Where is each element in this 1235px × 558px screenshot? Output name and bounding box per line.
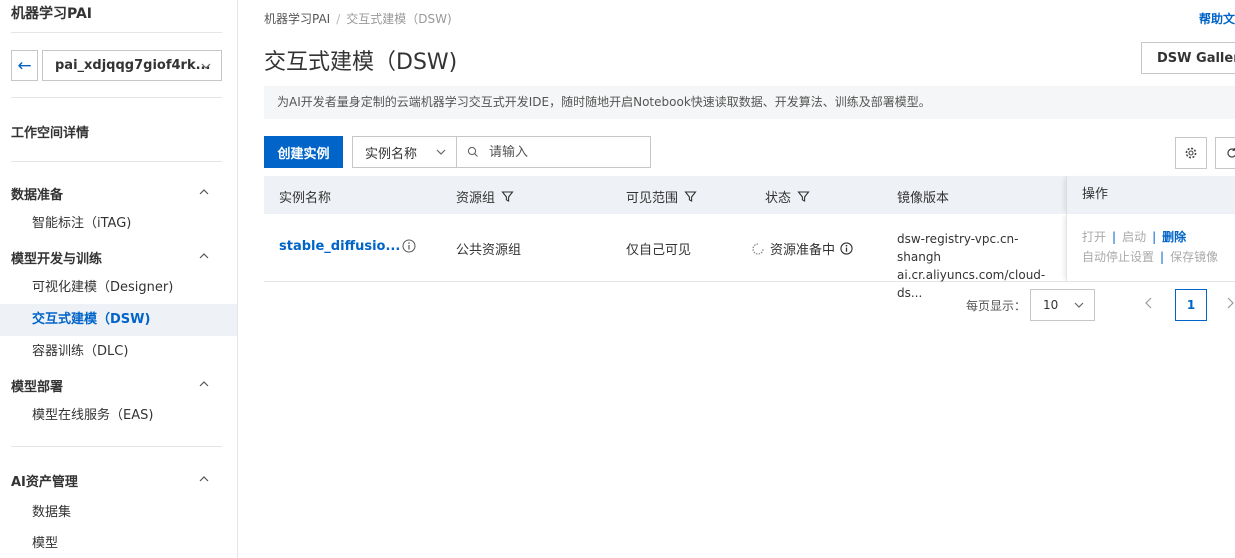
next-page-button[interactable]	[1225, 296, 1235, 314]
filter-field-label: 实例名称	[365, 146, 418, 162]
page-size-value: 10	[1043, 298, 1059, 312]
info-icon[interactable]	[840, 242, 853, 255]
workspace-select[interactable]: pai_xdjqqg7giof4rk...	[42, 50, 222, 81]
actions-cell: 打开 | 启动 | 删除 自动停止设置 | 保存镜像	[1066, 214, 1235, 281]
chevron-up-icon	[199, 189, 209, 195]
table-row: stable_diffusio... 公共资源组 仅自己可见 资源准备中 dsw…	[264, 214, 1235, 300]
page-size-select[interactable]: 10	[1030, 289, 1095, 321]
chevron-down-icon	[436, 149, 446, 155]
chevron-down-icon	[201, 63, 211, 69]
sidebar-group-label: 模型开发与训练	[11, 252, 103, 267]
sidebar-group-data-prep[interactable]: 数据准备	[11, 184, 211, 203]
sidebar-item-itag[interactable]: 智能标注（iTAG)	[0, 208, 237, 240]
workspace-row: ← pai_xdjqqg7giof4rk...	[11, 50, 222, 81]
divider	[11, 32, 222, 33]
image-version-line: dsw-registry-vpc.cn-shangh	[897, 232, 1019, 264]
create-instance-button[interactable]: 创建实例	[264, 136, 343, 168]
action-separator: |	[1112, 230, 1117, 244]
breadcrumb-separator: /	[336, 12, 341, 26]
main-content: 机器学习PAI / 交互式建模（DSW) 帮助文 交互式建模（DSW) DSW Ga…	[239, 0, 1235, 558]
column-header-resource-group: 资源组	[456, 187, 514, 206]
refresh-button[interactable]	[1215, 137, 1235, 169]
chevron-right-icon	[1227, 297, 1234, 309]
column-label: 实例名称	[279, 191, 332, 206]
column-label: 可见范围	[626, 191, 679, 206]
page-number-button[interactable]: 1	[1175, 289, 1207, 321]
table-header: 实例名称 资源组 可见范围 状态 镜像版本 操作	[264, 176, 1235, 214]
divider	[11, 446, 222, 447]
sidebar-group-label: AI资产管理	[11, 475, 78, 490]
search-box	[456, 136, 651, 168]
workspace-name: pai_xdjqqg7giof4rk...	[55, 58, 211, 73]
filter-icon[interactable]	[501, 190, 514, 203]
page-title: 交互式建模（DSW)	[264, 50, 458, 75]
status-label: 资源准备中	[770, 243, 836, 258]
column-header-image: 镜像版本	[897, 187, 949, 206]
sidebar-item-datasets[interactable]: 数据集	[0, 497, 237, 529]
column-header-actions: 操作	[1066, 176, 1235, 214]
column-label: 镜像版本	[897, 191, 950, 206]
sidebar-item-dlc[interactable]: 容器训练（DLC)	[0, 336, 237, 368]
column-label: 状态	[765, 191, 792, 206]
open-action[interactable]: 打开	[1082, 230, 1106, 244]
divider	[11, 97, 222, 98]
search-icon	[467, 146, 478, 157]
breadcrumb-root[interactable]: 机器学习PAI	[264, 12, 330, 26]
gear-icon	[1185, 147, 1197, 159]
settings-button[interactable]	[1175, 137, 1207, 169]
column-header-visibility: 可见范围	[626, 187, 697, 206]
toolbar: 创建实例 实例名称	[264, 136, 651, 168]
loading-spinner-icon	[752, 242, 764, 255]
chevron-left-icon	[1145, 297, 1152, 309]
filter-icon[interactable]	[684, 190, 697, 203]
sidebar-group-ai-assets[interactable]: AI资产管理	[11, 471, 211, 490]
page-size-label: 每页显示：	[966, 299, 1027, 313]
breadcrumb: 机器学习PAI / 交互式建模（DSW)	[264, 10, 452, 27]
info-icon[interactable]	[402, 239, 416, 257]
chevron-down-icon	[1074, 302, 1084, 308]
sidebar-group-label: 模型部署	[11, 380, 64, 395]
instance-table: 实例名称 资源组 可见范围 状态 镜像版本 操作 stable_diffusio…	[264, 176, 1235, 300]
instance-name-link[interactable]: stable_diffusio...	[279, 239, 400, 254]
auto-stop-action[interactable]: 自动停止设置	[1082, 250, 1154, 264]
action-separator: |	[1160, 250, 1165, 264]
back-button[interactable]: ←	[11, 50, 38, 81]
sidebar-group-model-dev[interactable]: 模型开发与训练	[11, 248, 211, 267]
refresh-icon	[1227, 147, 1235, 158]
dsw-gallery-button[interactable]: DSW Gallery	[1141, 42, 1235, 74]
sidebar-item-models[interactable]: 模型	[0, 528, 237, 558]
filter-icon[interactable]	[797, 190, 810, 203]
sidebar: 机器学习PAI ← pai_xdjqqg7giof4rk... 工作空间详情 数…	[0, 0, 238, 558]
save-image-action[interactable]: 保存镜像	[1170, 250, 1218, 264]
delete-action[interactable]: 删除	[1162, 230, 1186, 244]
sidebar-item-designer[interactable]: 可视化建模（Designer)	[0, 272, 237, 304]
sidebar-title: 机器学习PAI	[11, 6, 93, 22]
prev-page-button[interactable]	[1144, 296, 1154, 314]
page-description: 为AI开发者量身定制的云端机器学习交互式开发IDE，随时随地开启Notebook…	[264, 86, 1235, 119]
arrow-left-icon: ←	[17, 55, 32, 76]
chevron-up-icon	[199, 253, 209, 259]
column-header-name: 实例名称	[279, 187, 331, 206]
sidebar-item-dsw[interactable]: 交互式建模（DSW)	[0, 304, 237, 336]
column-label: 资源组	[456, 191, 496, 206]
sidebar-group-label: 数据准备	[11, 188, 64, 203]
action-separator: |	[1152, 230, 1157, 244]
visibility-cell: 仅自己可见	[626, 243, 692, 258]
help-link[interactable]: 帮助文	[1199, 10, 1235, 27]
status-cell: 资源准备中	[752, 239, 853, 258]
search-input[interactable]	[489, 144, 639, 160]
sidebar-item-eas[interactable]: 模型在线服务（EAS)	[0, 400, 237, 432]
start-action[interactable]: 启动	[1122, 230, 1146, 244]
filter-field-select[interactable]: 实例名称	[352, 136, 456, 168]
column-header-status: 状态	[765, 187, 810, 206]
sidebar-item-workspace-detail[interactable]: 工作空间详情	[11, 122, 89, 141]
chevron-up-icon	[199, 476, 209, 482]
chevron-up-icon	[199, 381, 209, 387]
sidebar-group-deploy[interactable]: 模型部署	[11, 376, 211, 395]
breadcrumb-current: 交互式建模（DSW)	[346, 12, 452, 26]
divider	[11, 161, 222, 162]
resource-group-cell: 公共资源组	[456, 243, 522, 258]
